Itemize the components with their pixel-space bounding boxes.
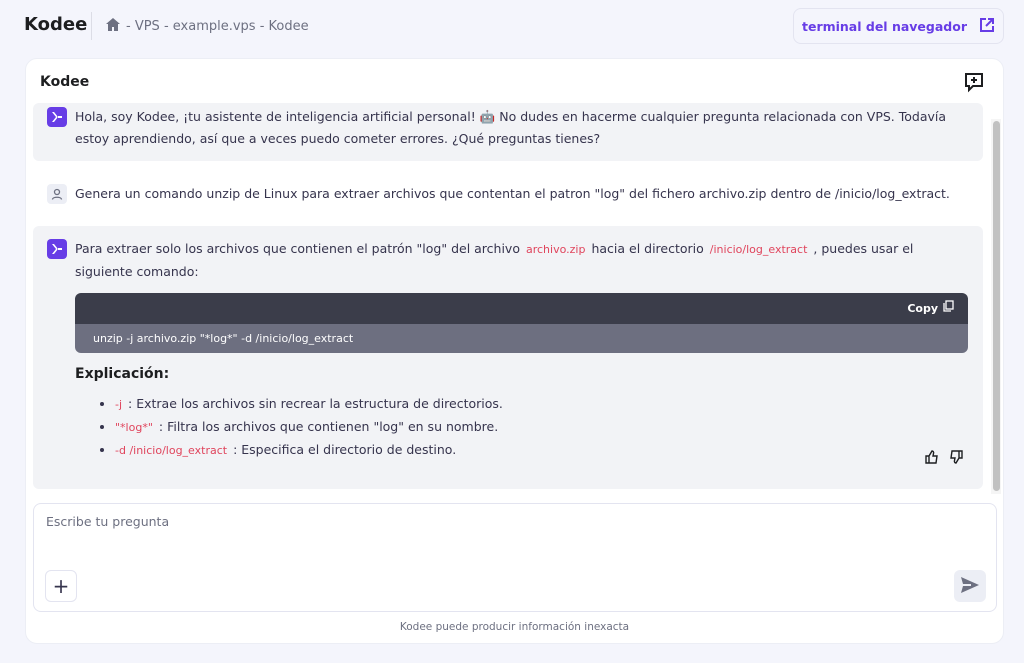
inline-code: archivo.zip [520,243,591,256]
message-text: Hola, soy Kodee, ¡tu asistente de inteli… [75,109,946,146]
app-title: Kodee [24,14,87,35]
breadcrumb: - VPS - example.vps - Kodee [106,18,309,35]
thumbs-up-icon[interactable] [925,449,939,471]
user-avatar-icon [47,184,67,204]
copy-icon [943,298,954,320]
text: Para extraer solo los archivos que conti… [75,241,520,256]
code-block: Copy unzip -j archivo.zip "*log*" -d /in… [75,293,968,353]
assistant-message: Para extraer solo los archivos que conti… [33,226,983,489]
inline-code: /inicio/log_extract [704,243,814,256]
plus-icon: + [53,574,70,598]
send-icon [961,577,979,596]
question-box: + [33,503,997,612]
thumbs-down-icon[interactable] [949,449,963,471]
kodee-avatar-icon [47,107,67,127]
browser-terminal-button[interactable]: terminal del navegador [793,8,1004,44]
home-icon[interactable] [106,18,120,35]
explanation-list: -j: Extrae los archivos sin recrear la e… [115,393,969,462]
text: : Filtra los archivos que contienen "log… [159,419,498,434]
breadcrumb-path: - VPS - example.vps - Kodee [126,19,309,34]
list-item: "*log*": Filtra los archivos que contien… [115,416,969,439]
new-chat-icon[interactable] [963,71,985,96]
divider [91,12,92,40]
explanation-heading: Explicación: [75,363,969,385]
copy-label: Copy [907,298,938,320]
text: : Especifica el directorio de destino. [233,442,456,457]
external-link-icon [979,17,995,36]
scrollbar[interactable] [991,119,1001,494]
inline-code: -d /inicio/log_extract [115,444,233,457]
chat-title: Kodee [40,74,89,90]
scrollbar-thumb[interactable] [993,121,1000,491]
browser-terminal-label: terminal del navegador [802,19,967,34]
question-input[interactable] [46,514,946,554]
message-text: Genera un comando unzip de Linux para ex… [75,186,950,201]
copy-button[interactable]: Copy [75,293,968,324]
chat-card: Kodee Hola, soy Kodee, ¡tu asistente de … [25,58,1004,644]
text: hacia el directorio [591,241,703,256]
list-item: -d /inicio/log_extract: Especifica el di… [115,439,969,462]
feedback [925,449,963,471]
text: : Extrae los archivos sin recrear la est… [128,396,503,411]
user-message: Genera un comando unzip de Linux para ex… [33,181,983,207]
kodee-avatar-icon [47,239,67,259]
message-list: Hola, soy Kodee, ¡tu asistente de inteli… [33,103,983,489]
attach-button[interactable]: + [45,570,77,602]
inline-code: "*log*" [115,421,159,434]
disclaimer: Kodee puede producir información inexact… [26,621,1003,633]
send-button[interactable] [954,570,986,602]
assistant-message: Hola, soy Kodee, ¡tu asistente de inteli… [33,103,983,161]
list-item: -j: Extrae los archivos sin recrear la e… [115,393,969,416]
inline-code: -j [115,398,128,411]
code-command: unzip -j archivo.zip "*log*" -d /inicio/… [75,324,968,353]
